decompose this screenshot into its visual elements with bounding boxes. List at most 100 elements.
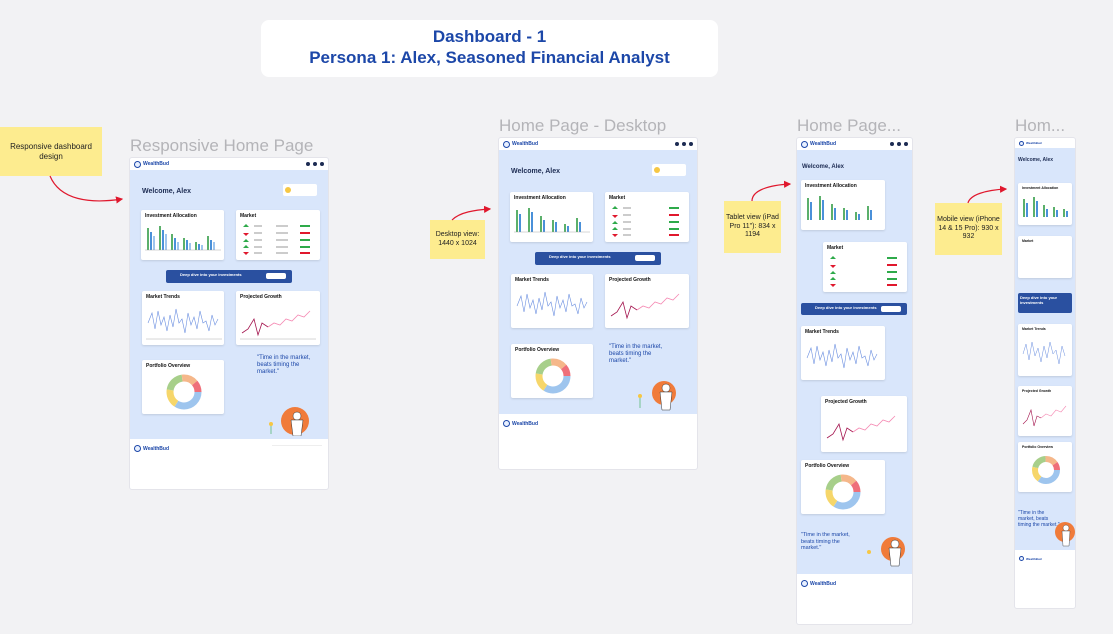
card-projected-growth[interactable]: Projected Growth — [821, 396, 907, 452]
footer-brand-name: WealthBud — [1026, 556, 1042, 561]
card-market[interactable]: Market — [823, 242, 907, 292]
footer-links[interactable] — [272, 445, 322, 461]
banner-button[interactable] — [266, 273, 286, 279]
menu-icon[interactable] — [320, 162, 324, 166]
banner-text: Deep dive into your investments — [549, 254, 611, 259]
footer-brand-name: WealthBud — [810, 580, 837, 587]
quote-text: "Time in the market, beats timing the ma… — [801, 532, 850, 552]
date-chip — [283, 184, 317, 196]
help-icon[interactable] — [890, 142, 894, 146]
card-title: Portfolio Overview — [146, 363, 191, 369]
help-icon[interactable] — [675, 142, 679, 146]
welcome-heading: Welcome, Alex — [142, 188, 192, 195]
market-list — [243, 224, 310, 255]
card-portfolio[interactable]: Portfolio Overview — [801, 460, 885, 514]
frame-tablet[interactable]: WealthBud Welcome, Alex Investment Alloc… — [797, 138, 912, 624]
app-footer: WealthBud — [1015, 550, 1075, 608]
bell-icon[interactable] — [897, 142, 901, 146]
investor-illustration — [269, 407, 309, 436]
trends-line — [516, 291, 588, 317]
card-title: Investment Allocation — [1022, 186, 1059, 190]
app-footer: WealthBud — [130, 439, 328, 489]
card-title: Market Trends — [1022, 327, 1046, 331]
footer-links[interactable] — [639, 420, 691, 436]
trends-line — [146, 308, 222, 340]
card-market-trends[interactable]: Market Trends — [1018, 324, 1072, 376]
card-portfolio[interactable]: Portfolio Overview — [142, 360, 224, 414]
card-market-trends[interactable]: Market Trends — [511, 274, 593, 328]
card-title: Projected Growth — [1022, 389, 1052, 393]
frame-desktop[interactable]: WealthBud Welcome, Alex Investment Alloc… — [499, 138, 697, 469]
footer-logo-icon — [134, 445, 141, 452]
card-allocation[interactable]: Investment Allocation — [510, 192, 593, 242]
investor-illustration — [867, 537, 905, 567]
app-navbar: WealthBud — [499, 138, 697, 150]
card-allocation[interactable]: Investment Allocation — [801, 180, 885, 230]
menu-icon[interactable] — [689, 142, 693, 146]
bell-icon[interactable] — [682, 142, 686, 146]
welcome-heading: Welcome, Alex — [511, 168, 561, 175]
navbar-icons — [675, 142, 693, 146]
card-projected-growth[interactable]: Projected Growth — [1018, 386, 1072, 436]
card-allocation[interactable]: Investment Allocation — [1018, 183, 1072, 225]
card-title: Market Trends — [146, 294, 180, 300]
card-market[interactable]: Market — [236, 210, 320, 260]
frame-mobile[interactable]: WealthBud Welcome, Alex Investment Alloc… — [1015, 138, 1075, 608]
card-title: Portfolio Overview — [1022, 445, 1053, 449]
card-title: Market — [240, 213, 257, 219]
banner-text: Deep dive into your investments — [1020, 295, 1058, 305]
card-market-trends[interactable]: Market Trends — [801, 326, 885, 380]
frame-responsive[interactable]: WealthBud Welcome, Alex Investment Alloc… — [130, 158, 328, 489]
card-portfolio[interactable]: Portfolio Overview — [511, 344, 593, 398]
bell-icon[interactable] — [313, 162, 317, 166]
help-icon[interactable] — [306, 162, 310, 166]
growth-line — [610, 293, 680, 320]
deep-dive-banner[interactable]: Deep dive into your investments — [801, 303, 907, 315]
footer-brand: WealthBud — [801, 580, 836, 587]
card-projected-growth[interactable]: Projected Growth — [236, 291, 320, 345]
card-title: Investment Allocation — [514, 195, 566, 201]
card-title: Projected Growth — [609, 277, 651, 283]
card-market[interactable]: Market — [1018, 236, 1072, 278]
deep-dive-banner[interactable]: Deep dive into your investments — [535, 252, 661, 265]
date-chip — [652, 164, 686, 176]
arrow-mobile — [967, 185, 1008, 204]
app-navbar: WealthBud — [130, 158, 328, 170]
portfolio-donut — [166, 374, 202, 410]
card-market-trends[interactable]: Market Trends — [142, 291, 224, 345]
menu-icon[interactable] — [904, 142, 908, 146]
market-list — [612, 206, 679, 237]
card-market[interactable]: Market — [605, 192, 689, 242]
banner-button[interactable] — [635, 255, 655, 261]
investor-illustration — [638, 381, 676, 411]
footer-brand: WealthBud — [134, 445, 169, 452]
sun-icon — [285, 187, 291, 193]
footer-logo-icon — [801, 580, 808, 587]
portfolio-donut — [1032, 456, 1060, 484]
card-projected-growth[interactable]: Projected Growth — [605, 274, 689, 328]
deep-dive-banner[interactable]: Deep dive into your investments — [1018, 293, 1072, 313]
brand-name: WealthBud — [143, 161, 170, 167]
card-title: Market — [609, 195, 626, 201]
footer-brand-name: WealthBud — [512, 420, 539, 427]
arrow-responsive — [49, 175, 124, 204]
card-title: Investment Allocation — [145, 213, 197, 219]
sun-icon — [654, 167, 660, 173]
card-title: Portfolio Overview — [515, 347, 560, 353]
banner-button[interactable] — [881, 306, 901, 312]
allocation-bars — [514, 208, 590, 233]
brand-name: WealthBud — [810, 141, 837, 147]
card-title: Market Trends — [515, 277, 549, 283]
card-title: Projected Growth — [825, 399, 867, 405]
footer-brand: WealthBud — [1019, 556, 1042, 561]
app-navbar: WealthBud — [797, 138, 912, 150]
brand-logo-icon — [1019, 140, 1024, 146]
app-navbar: WealthBud — [1015, 138, 1075, 148]
card-portfolio[interactable]: Portfolio Overview — [1018, 442, 1072, 492]
quote-text: "Time in the market, beats timing the ma… — [609, 344, 663, 365]
deep-dive-banner[interactable]: Deep dive into your investments — [166, 270, 292, 283]
card-title: Market — [1022, 239, 1034, 243]
trends-line — [806, 343, 878, 369]
trends-line — [1022, 341, 1066, 365]
card-allocation[interactable]: Investment Allocation — [141, 210, 224, 260]
